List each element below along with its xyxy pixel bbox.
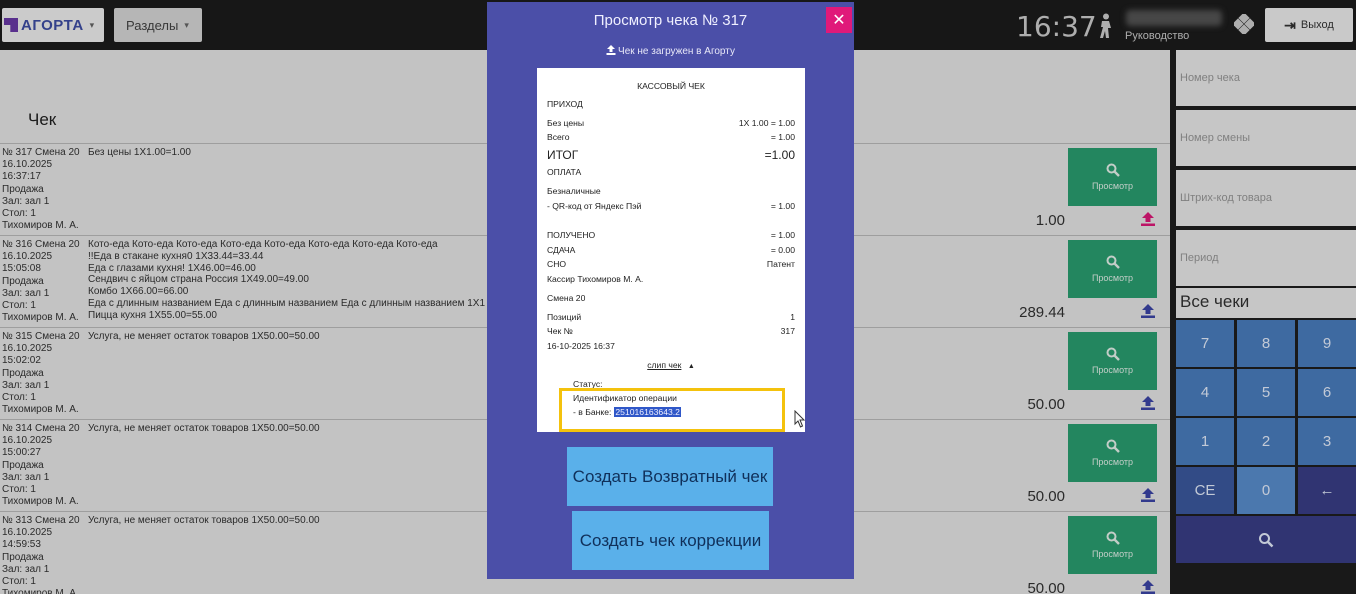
check-no-value: 317 xyxy=(780,326,795,336)
positions-value: 1 xyxy=(790,312,795,322)
receipt-cashless-label: Безналичные xyxy=(547,186,795,196)
receipt-paper: КАССОВЫЙ ЧЕК ПРИХОД Без цены 1X 1.00 = 1.… xyxy=(537,68,805,432)
upload-status: Чек не загружен в Агорту xyxy=(487,45,854,57)
cashier-text: Кассир Тихомиров М. А. xyxy=(547,274,644,284)
receipt-total-line: Всего = 1.00 xyxy=(547,132,795,142)
item-calc: 1X 1.00 = 1.00 xyxy=(738,118,795,128)
highlight-frame xyxy=(559,388,785,432)
payment-text: ОПЛАТА xyxy=(547,167,582,177)
qr-value: = 1.00 xyxy=(770,201,795,211)
item-name: Без цены xyxy=(547,118,585,128)
receipt-payment-label: ОПЛАТА xyxy=(547,167,795,177)
chevron-up-icon: ▲ xyxy=(687,363,695,370)
create-return-button[interactable]: Создать Возвратный чек xyxy=(567,447,773,506)
close-icon: ✕ xyxy=(832,12,846,29)
receipt-view-modal: Просмотр чека № 317 ✕ Чек не загружен в … xyxy=(487,2,854,579)
receipt-positions-line: Позиций 1 xyxy=(547,312,795,322)
cashless-text: Безналичные xyxy=(547,186,601,196)
slip-label: слип чек xyxy=(647,360,682,370)
receipt-header: КАССОВЫЙ ЧЕК xyxy=(637,81,705,91)
received-label: ПОЛУЧЕНО xyxy=(547,230,596,240)
positions-label: Позиций xyxy=(547,312,582,322)
receipt-type-text: ПРИХОД xyxy=(547,99,583,109)
slip-toggle[interactable]: слип чек ▲ xyxy=(537,360,805,370)
receipt-itog-line: ИТОГ =1.00 xyxy=(547,148,795,162)
total-value: = 1.00 xyxy=(770,132,795,142)
receipt-qr-line: - QR-код от Яндекс Пэй = 1.00 xyxy=(547,201,795,211)
receipt-shift: Смена 20 xyxy=(547,293,795,303)
tax-label: СНО xyxy=(547,259,567,269)
total-label: Всего xyxy=(547,132,570,142)
upload-status-text: Чек не загружен в Агорту xyxy=(618,46,735,57)
create-correction-button[interactable]: Создать чек коррекции xyxy=(572,511,769,570)
received-value: = 1.00 xyxy=(770,230,795,240)
modal-title: Просмотр чека № 317 xyxy=(593,12,748,29)
receipt-cashier: Кассир Тихомиров М. А. xyxy=(547,274,795,284)
receipt-type: ПРИХОД xyxy=(547,99,795,109)
qr-label: - QR-код от Яндекс Пэй xyxy=(547,201,642,211)
receipt-item-line: Без цены 1X 1.00 = 1.00 xyxy=(547,118,795,128)
tax-value: Патент xyxy=(766,259,795,269)
itog-label: ИТОГ xyxy=(547,148,579,162)
receipt-tax-line: СНО Патент xyxy=(547,259,795,269)
receipt-change-line: СДАЧА = 0.00 xyxy=(547,245,795,255)
check-no-label: Чек № xyxy=(547,326,573,336)
close-button[interactable]: ✕ xyxy=(826,7,852,33)
upload-icon xyxy=(606,45,616,55)
shift-text: Смена 20 xyxy=(547,293,586,303)
mouse-cursor-icon xyxy=(794,410,806,428)
change-label: СДАЧА xyxy=(547,245,576,255)
receipt-received-line: ПОЛУЧЕНО = 1.00 xyxy=(547,230,795,240)
itog-value: =1.00 xyxy=(764,148,795,162)
change-value: = 0.00 xyxy=(770,245,795,255)
receipt-datetime: 16-10-2025 16:37 xyxy=(547,341,795,351)
datetime-text: 16-10-2025 16:37 xyxy=(547,341,615,351)
receipt-check-no-line: Чек № 317 xyxy=(547,326,795,336)
